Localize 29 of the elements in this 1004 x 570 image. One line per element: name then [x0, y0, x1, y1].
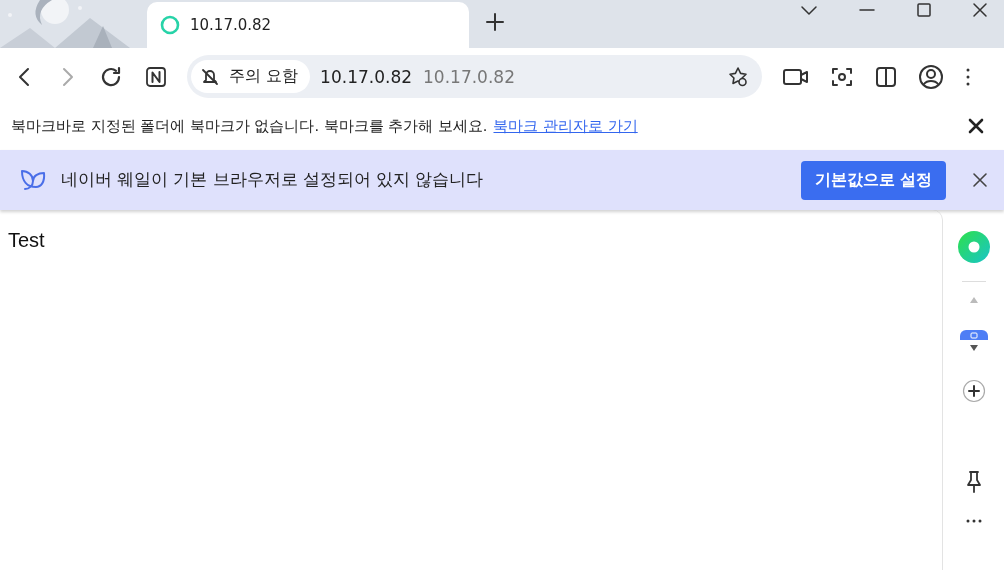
new-tab-icon[interactable]: [485, 12, 505, 32]
split-view-icon[interactable]: [874, 64, 898, 89]
star-icon[interactable]: [726, 64, 750, 89]
close-icon[interactable]: [972, 172, 988, 188]
url-host: 10.17.0.82: [320, 66, 413, 87]
empty-bookmarks-message: 북마크바로 지정된 폴더에 북마크가 없습니다. 북마크를 추가해 보세요.: [11, 116, 488, 136]
n-logo-icon[interactable]: [145, 65, 167, 88]
site-icon: [160, 15, 180, 35]
set-default-button[interactable]: 기본값으로 설정: [800, 160, 946, 200]
pin-icon[interactable]: [964, 470, 983, 494]
security-badge[interactable]: 주의 요함: [191, 60, 311, 93]
close-icon[interactable]: [968, 118, 984, 134]
more-icon[interactable]: [964, 518, 983, 524]
tab-indicator-icon[interactable]: [959, 330, 988, 340]
close-icon[interactable]: [972, 2, 988, 18]
chevron-down-icon[interactable]: [800, 4, 818, 16]
browser-tab[interactable]: 10.17.0.82: [147, 2, 469, 48]
profile-icon[interactable]: [918, 63, 944, 90]
scroll-down-icon[interactable]: [968, 344, 979, 352]
whale-logo-icon: [19, 168, 47, 192]
reload-icon[interactable]: [99, 64, 123, 89]
tab-title: 10.17.0.82: [190, 16, 272, 34]
add-icon[interactable]: [961, 379, 986, 403]
bookmark-manager-link[interactable]: 북마크 관리자로 가기: [493, 116, 638, 136]
page-text: Test: [8, 229, 45, 251]
default-browser-message: 네이버 웨일이 기본 브라우저로 설정되어 있지 않습니다: [61, 169, 484, 191]
url-text: 10.17.0.82: [423, 66, 515, 87]
maximize-icon[interactable]: [916, 2, 932, 18]
address-bar[interactable]: 주의 요함 10.17.0.82 10.17.0.82: [187, 55, 762, 98]
